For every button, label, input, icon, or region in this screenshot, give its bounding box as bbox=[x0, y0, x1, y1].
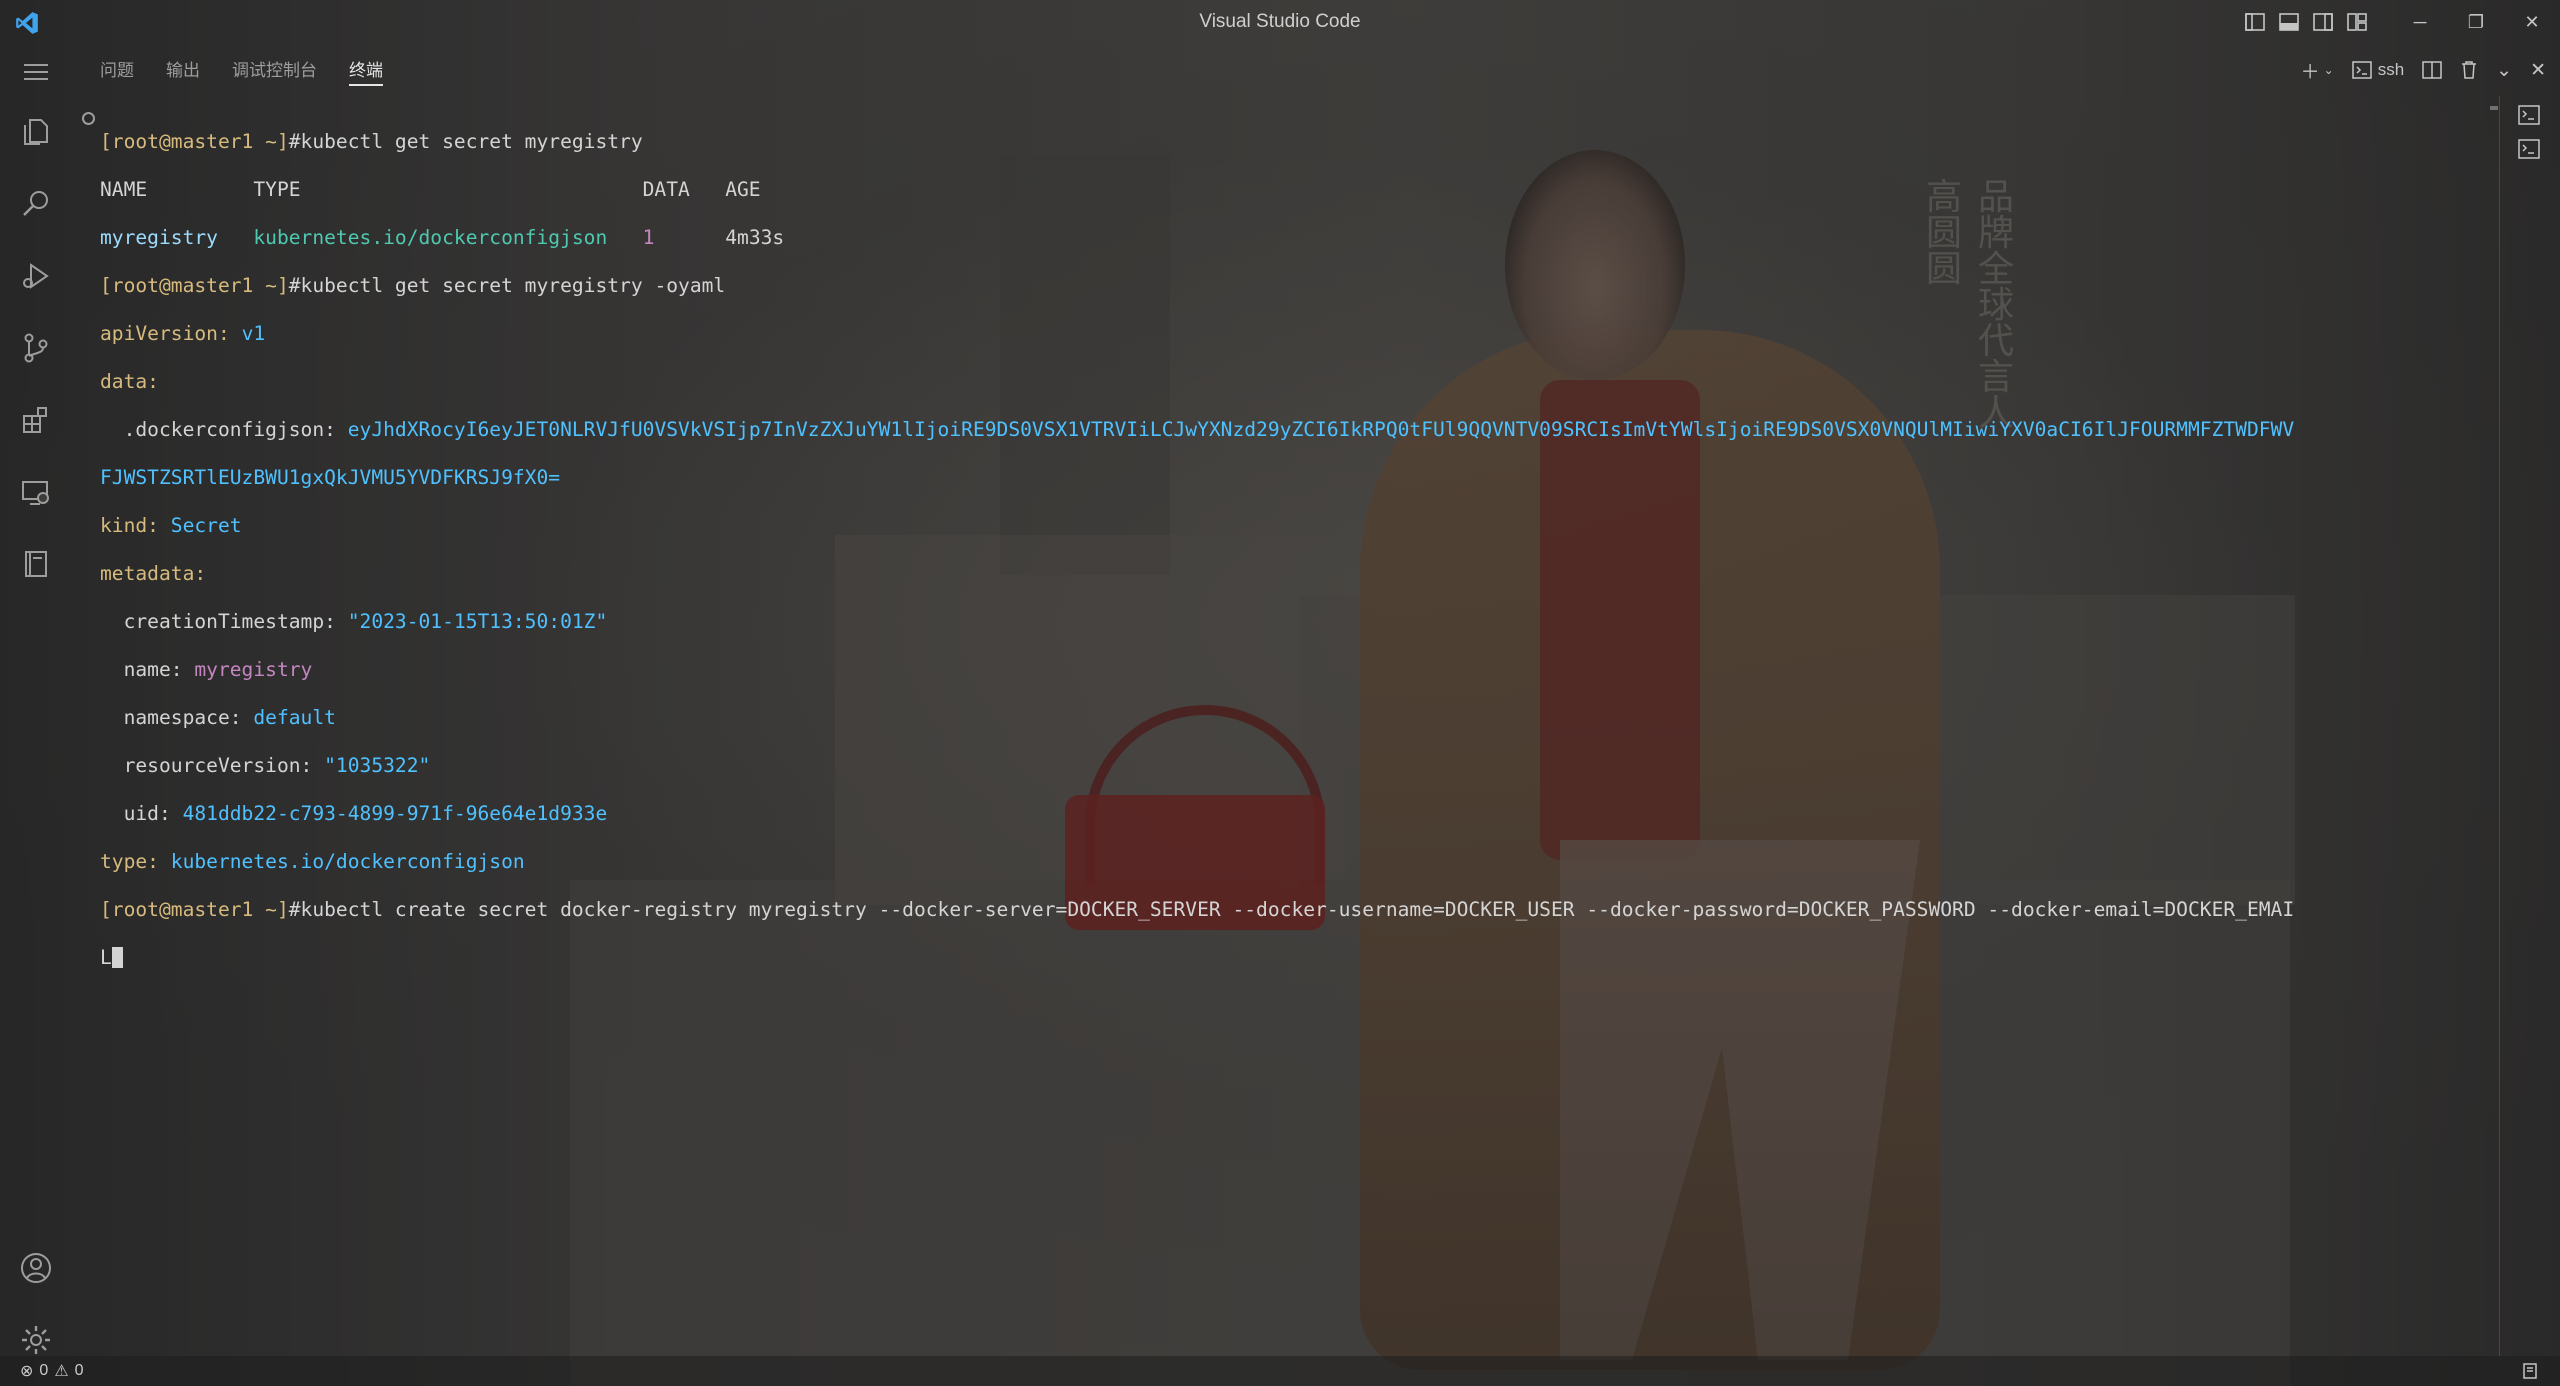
terminal-line: metadata: bbox=[100, 562, 207, 585]
terminal-line: [root@master1 ~]#kubectl get secret myre… bbox=[100, 274, 726, 297]
notebook-icon[interactable] bbox=[18, 546, 54, 582]
terminal-tab-1-icon[interactable] bbox=[2514, 100, 2544, 130]
terminal-line: apiVersion: v1 bbox=[100, 322, 266, 345]
terminal-command-decoration[interactable] bbox=[82, 112, 95, 125]
terminal-line: L bbox=[100, 946, 2460, 970]
terminal-icon bbox=[2351, 61, 2372, 79]
toggle-primary-sidebar-icon[interactable] bbox=[2238, 0, 2272, 44]
terminal-line: creationTimestamp: "2023-01-15T13:50:01Z… bbox=[100, 610, 608, 633]
toggle-secondary-sidebar-icon[interactable] bbox=[2306, 0, 2340, 44]
terminal-line: resourceVersion: "1035322" bbox=[100, 754, 431, 777]
window-title: Visual Studio Code bbox=[1199, 11, 1361, 32]
terminal-line: name: myregistry bbox=[100, 658, 313, 681]
terminal-tabs-list bbox=[2499, 96, 2560, 1356]
terminal-line: myregistry kubernetes.io/dockerconfigjso… bbox=[100, 226, 785, 249]
terminal-line: uid: 481ddb22-c793-4899-971f-96e64e1d933… bbox=[100, 802, 608, 825]
error-count: 0 bbox=[39, 1362, 49, 1379]
panel-actions: ＋ ⌄ ssh ⌄ ✕ bbox=[2283, 54, 2546, 86]
title-bar: Visual Studio Code ─ ❐ ✕ bbox=[0, 0, 2560, 44]
terminal-profile-button[interactable]: ssh bbox=[2351, 60, 2405, 80]
terminal-cursor bbox=[111, 947, 123, 968]
terminal-line: FJWSTZSRTlEUzBWU1gxQkJVMU5YVDFKRSJ9fX0= bbox=[100, 466, 561, 489]
close-window-icon[interactable]: ✕ bbox=[2504, 0, 2560, 44]
warning-count: 0 bbox=[74, 1362, 84, 1379]
panel-tab-bar: 问题 输出 调试控制台 终端 bbox=[100, 56, 415, 86]
maximize-panel-chevron-icon[interactable]: ⌄ bbox=[2496, 59, 2512, 82]
menu-icon[interactable] bbox=[18, 54, 54, 90]
close-panel-icon[interactable]: ✕ bbox=[2530, 59, 2546, 82]
terminal-line: data: bbox=[100, 370, 159, 393]
explorer-icon[interactable] bbox=[18, 114, 54, 150]
minimize-icon[interactable]: ─ bbox=[2392, 0, 2448, 44]
run-debug-icon[interactable] bbox=[18, 258, 54, 294]
terminal-line: type: kubernetes.io/dockerconfigjson bbox=[100, 850, 525, 873]
terminal-profile-label: ssh bbox=[2377, 60, 2405, 79]
source-control-icon[interactable] bbox=[18, 330, 54, 366]
kill-terminal-icon[interactable] bbox=[2460, 60, 2478, 80]
status-bar: ⊗ 0 ⚠ 0 bbox=[0, 1356, 2560, 1386]
tab-debug-console[interactable]: 调试控制台 bbox=[232, 56, 317, 86]
plus-icon: ＋ bbox=[2300, 61, 2320, 83]
terminal-line: namespace: default bbox=[100, 706, 336, 729]
tab-problems[interactable]: 问题 bbox=[100, 56, 134, 86]
restore-icon[interactable]: ❐ bbox=[2448, 0, 2504, 44]
problems-status[interactable]: ⊗ 0 ⚠ 0 bbox=[20, 1361, 84, 1381]
customize-layout-icon[interactable] bbox=[2340, 0, 2374, 44]
title-bar-controls: ─ ❐ ✕ bbox=[2238, 0, 2560, 44]
terminal-line: kind: Secret bbox=[100, 514, 242, 537]
toggle-panel-icon[interactable] bbox=[2272, 0, 2306, 44]
extensions-icon[interactable] bbox=[18, 402, 54, 438]
notifications-icon[interactable] bbox=[2522, 1362, 2540, 1385]
remote-explorer-icon[interactable] bbox=[18, 474, 54, 510]
accounts-icon[interactable] bbox=[18, 1250, 54, 1286]
tab-output[interactable]: 输出 bbox=[166, 56, 200, 86]
tab-terminal[interactable]: 终端 bbox=[349, 56, 383, 86]
split-terminal-icon[interactable] bbox=[2422, 61, 2442, 79]
chevron-down-icon: ⌄ bbox=[2323, 63, 2334, 77]
error-icon: ⊗ bbox=[20, 1363, 34, 1380]
warning-icon: ⚠ bbox=[54, 1363, 69, 1380]
terminal-tab-2-icon[interactable] bbox=[2514, 134, 2544, 164]
terminal-line: [root@master1 ~]#kubectl get secret myre… bbox=[100, 130, 643, 153]
manage-gear-icon[interactable] bbox=[18, 1322, 54, 1358]
terminal-line: .dockerconfigjson: eyJhdXRocyI6eyJET0NLR… bbox=[100, 418, 2295, 441]
terminal-line: [root@master1 ~]#kubectl create secret d… bbox=[100, 898, 2295, 921]
terminal-output[interactable]: [root@master1 ~]#kubectl get secret myre… bbox=[100, 106, 2460, 1336]
activity-bar bbox=[0, 44, 72, 1356]
search-icon[interactable] bbox=[18, 186, 54, 222]
new-terminal-button[interactable]: ＋ ⌄ bbox=[2301, 57, 2334, 84]
terminal-scrollbar-marker[interactable] bbox=[2490, 106, 2498, 110]
terminal-line: NAME TYPE DATA AGE bbox=[100, 178, 761, 201]
